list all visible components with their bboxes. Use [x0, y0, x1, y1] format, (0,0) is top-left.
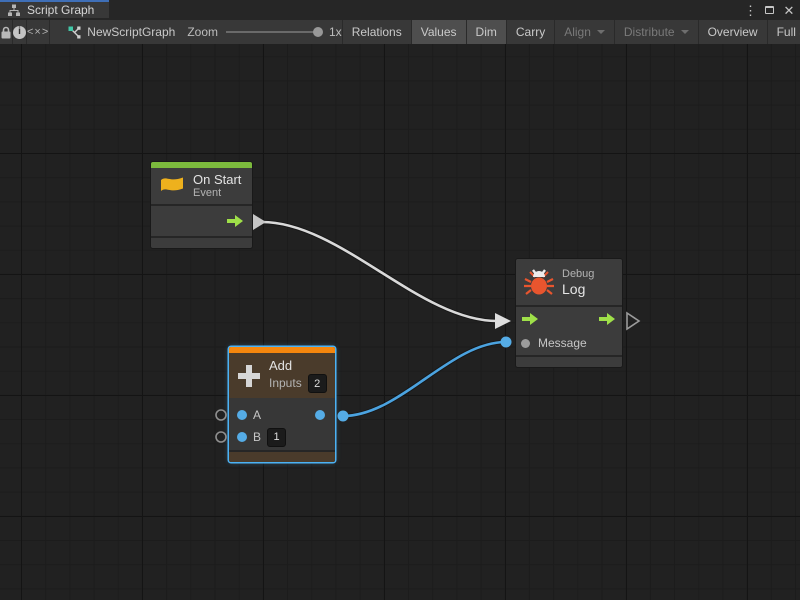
- flow-output-port[interactable]: [599, 312, 616, 326]
- value-input-port-a[interactable]: [237, 410, 247, 420]
- debug-log-message-row: Message: [516, 331, 622, 355]
- wire-overlay: [0, 44, 800, 600]
- node-title: On Start: [193, 172, 241, 187]
- zoom-control: Zoom 1x: [187, 20, 341, 44]
- unconnected-flow-output-marker[interactable]: [627, 313, 639, 329]
- node-debug-log[interactable]: Debug Log Message: [516, 259, 622, 367]
- unconnected-input-marker-b[interactable]: [216, 432, 226, 442]
- node-subtitle: Event: [193, 187, 241, 200]
- graph-name: NewScriptGraph: [87, 25, 175, 39]
- zoom-slider[interactable]: [226, 31, 321, 33]
- port-a-label: A: [253, 408, 261, 422]
- zoom-value: 1x: [329, 25, 342, 39]
- add-header: Add Inputs 2: [229, 353, 335, 398]
- zoom-label: Zoom: [187, 25, 218, 39]
- node-footer: [516, 357, 622, 367]
- relations-button[interactable]: Relations: [342, 20, 411, 44]
- info-icon: i: [13, 26, 26, 39]
- window-tab-strip: Script Graph ⋮ ✕: [0, 0, 800, 20]
- node-category: Debug: [562, 268, 594, 281]
- plus-icon: [236, 363, 262, 389]
- code-icon: <×>: [27, 26, 49, 38]
- window-controls: ⋮ ✕: [744, 0, 795, 20]
- dim-button[interactable]: Dim: [466, 20, 506, 44]
- values-button[interactable]: Values: [411, 20, 466, 44]
- bug-icon: [524, 269, 554, 296]
- port-row-b: B 1: [229, 426, 335, 448]
- overview-button[interactable]: Overview: [698, 20, 767, 44]
- flow-target-arrow[interactable]: [495, 313, 511, 329]
- node-title: Add: [269, 358, 327, 373]
- value-output-port[interactable]: [315, 410, 325, 420]
- carry-button[interactable]: Carry: [506, 20, 554, 44]
- node-footer: [151, 238, 252, 248]
- unconnected-input-marker-a[interactable]: [216, 410, 226, 420]
- flow-source-arrow[interactable]: [253, 214, 266, 230]
- flow-output-port[interactable]: [227, 214, 244, 228]
- wire-onstart-to-log[interactable]: [262, 222, 497, 321]
- node-title: Log: [562, 281, 594, 297]
- tab-script-graph[interactable]: Script Graph: [0, 0, 109, 18]
- window-menu-icon[interactable]: ⋮: [744, 4, 756, 17]
- lock-button[interactable]: [0, 20, 13, 44]
- message-label: Message: [538, 336, 587, 350]
- wire-add-to-message[interactable]: [343, 342, 506, 416]
- port-row-a: A: [229, 404, 335, 426]
- script-graph-asset-icon: [68, 26, 81, 39]
- value-wire-target-dot[interactable]: [501, 337, 512, 348]
- port-b-value-field[interactable]: 1: [267, 428, 286, 447]
- inputs-count-field[interactable]: 2: [308, 374, 327, 393]
- flow-input-port[interactable]: [522, 312, 539, 326]
- tab-title: Script Graph: [27, 3, 94, 17]
- value-input-port-b[interactable]: [237, 432, 247, 442]
- lock-icon: [0, 26, 12, 39]
- add-port-section: A B 1: [229, 398, 335, 450]
- node-add[interactable]: Add Inputs 2 A B 1: [229, 347, 335, 462]
- on-start-port-row: [151, 206, 252, 236]
- node-footer: [229, 452, 335, 462]
- graph-hierarchy-icon: [7, 4, 21, 17]
- graph-canvas[interactable]: On Start Event: [0, 44, 800, 600]
- close-icon[interactable]: ✕: [783, 4, 795, 17]
- inputs-label: Inputs: [269, 377, 302, 390]
- maximize-icon[interactable]: [765, 6, 774, 14]
- distribute-dropdown: Distribute: [614, 20, 698, 44]
- flag-icon: [159, 175, 185, 197]
- graph-breadcrumb[interactable]: NewScriptGraph: [50, 20, 175, 44]
- align-dropdown: Align: [554, 20, 614, 44]
- chevron-down-icon: [681, 30, 689, 38]
- debug-log-flow-row: [516, 307, 622, 331]
- port-b-label: B: [253, 430, 261, 444]
- code-preview-button[interactable]: <×>: [27, 20, 50, 44]
- graph-toolbar: i <×> NewScriptGraph Zoom 1x Relations V…: [0, 20, 800, 44]
- chevron-down-icon: [597, 30, 605, 38]
- on-start-header: On Start Event: [151, 168, 252, 204]
- zoom-slider-thumb[interactable]: [313, 27, 323, 37]
- value-wire-source-dot[interactable]: [338, 411, 349, 422]
- message-input-port[interactable]: [521, 339, 530, 348]
- debug-log-header: Debug Log: [516, 259, 622, 305]
- inspect-button[interactable]: i: [13, 20, 27, 44]
- node-on-start[interactable]: On Start Event: [151, 162, 252, 248]
- full-screen-button[interactable]: Full S: [767, 20, 800, 44]
- toolbar-toggle-group: Relations Values Dim Carry Align Distrib…: [342, 20, 800, 44]
